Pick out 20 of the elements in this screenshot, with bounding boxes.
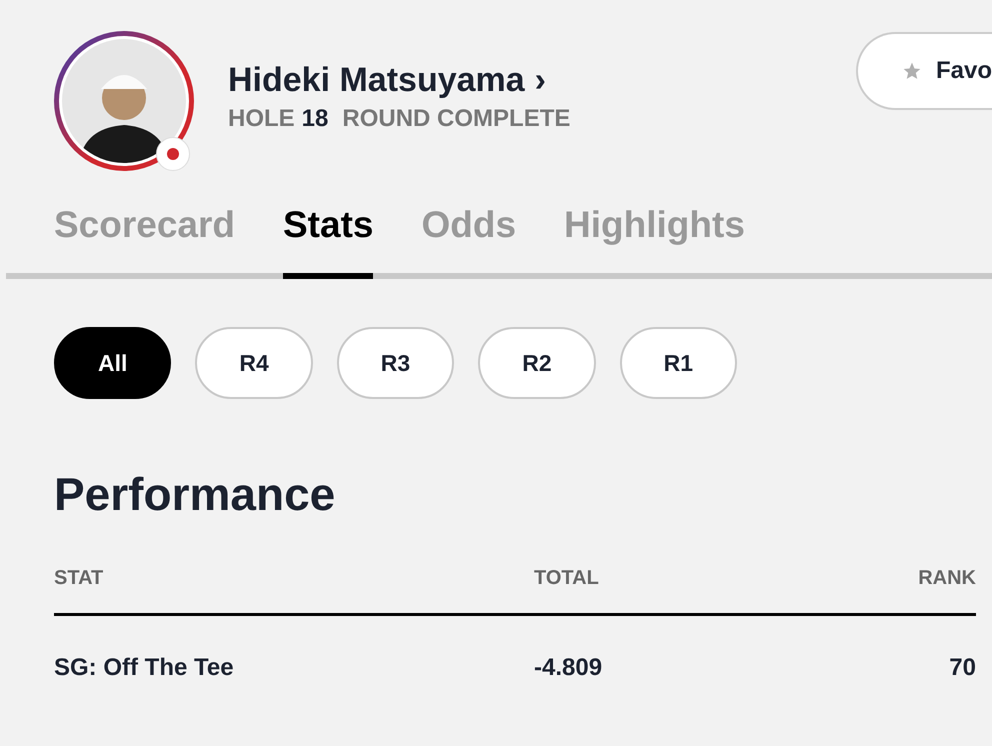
column-header: STAT xyxy=(54,566,104,591)
hole-number: 18 xyxy=(302,107,328,131)
round-filter[interactable]: R4 xyxy=(195,327,313,399)
flag-badge xyxy=(156,137,190,171)
table-cell-text: 70 xyxy=(949,653,976,683)
round-filter[interactable]: R3 xyxy=(336,327,454,399)
table-cell-text: -4.809 xyxy=(534,653,602,683)
player-name[interactable]: Hideki Matsuyama xyxy=(228,63,525,97)
round-status: ROUND COMPLETE xyxy=(342,107,570,131)
favorite-button[interactable]: Favo xyxy=(856,32,992,110)
column-header: TOTAL xyxy=(534,566,599,591)
tab[interactable]: Stats xyxy=(283,206,374,279)
round-filter[interactable]: All xyxy=(54,327,172,399)
hole-label: HOLE xyxy=(228,107,295,131)
round-filter[interactable]: R1 xyxy=(620,327,738,399)
section-title: Performance xyxy=(54,471,336,517)
table-cell-text: SG: Off The Tee xyxy=(54,653,234,683)
round-filter[interactable]: R2 xyxy=(478,327,596,399)
column-header: RANK xyxy=(918,566,976,591)
chevron-icon[interactable]: › xyxy=(534,63,546,97)
